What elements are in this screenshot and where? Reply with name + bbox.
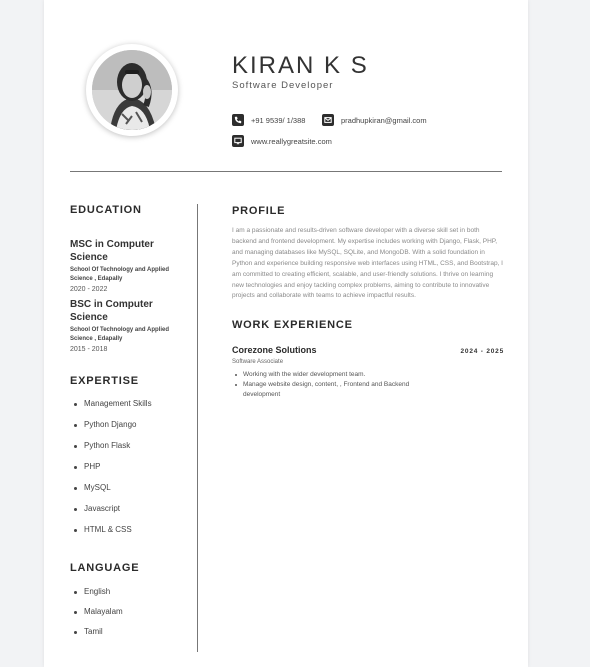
work-experience-title: WORK EXPERIENCE <box>232 319 353 332</box>
list-item: Python Flask <box>70 441 190 462</box>
right-column: PROFILE I am a passionate and results-dr… <box>232 205 504 400</box>
website-contact[interactable]: www.reallygreatsite.com <box>232 135 332 147</box>
list-item: PHP <box>70 462 190 483</box>
list-item: English <box>70 587 190 607</box>
degree: BSC in Computer Science <box>70 299 153 323</box>
profile-title: PROFILE <box>232 205 286 217</box>
list-item: HTML & CSS <box>70 525 190 546</box>
phone-contact[interactable]: +91 9539/ 1/388 <box>232 114 305 126</box>
language-list: English Malayalam Tamil <box>70 587 190 647</box>
job-header: Corezone Solutions 2024 - 2025 <box>232 345 504 355</box>
expertise-title: EXPERTISE <box>70 375 139 387</box>
language-title: LANGUAGE <box>70 562 140 574</box>
resume-page: KIRAN K S Software Developer +91 9539/ 1… <box>44 0 528 667</box>
education-title: EDUCATION <box>70 204 142 216</box>
job-entry: Corezone Solutions 2024 - 2025 Software … <box>232 345 504 400</box>
mail-icon <box>322 114 334 126</box>
list-item: Javascript <box>70 504 190 525</box>
job-position: Software Associate <box>232 359 284 366</box>
education-entry: MSC in Computer Science School Of Techno… <box>70 238 190 293</box>
job-years: 2024 - 2025 <box>460 348 504 356</box>
list-item: MySQL <box>70 483 190 504</box>
expertise-list: Management Skills Python Django Python F… <box>70 399 190 546</box>
education-years: 2015 - 2018 <box>70 346 108 353</box>
task-item: Manage website design, content, , Fronte… <box>232 380 442 400</box>
job-tasks: Working with the wider development team.… <box>232 370 504 400</box>
company-name: Corezone Solutions <box>232 345 317 356</box>
website-text: www.reallygreatsite.com <box>251 136 332 146</box>
task-item: Working with the wider development team. <box>232 370 504 380</box>
school: School Of Technology and Applied Science… <box>70 327 169 342</box>
list-item: Python Django <box>70 420 190 441</box>
header-divider <box>70 171 502 172</box>
school: School Of Technology and Applied Science… <box>70 267 169 282</box>
list-item: Management Skills <box>70 399 190 420</box>
email-text: pradhupkiran@gmail.com <box>341 115 427 125</box>
phone-icon <box>232 114 244 126</box>
profile-photo <box>92 50 172 130</box>
profile-summary: I am a passionate and results-driven sof… <box>232 227 503 300</box>
list-item: Malayalam <box>70 607 190 627</box>
left-column: EDUCATION MSC in Computer Science School… <box>70 204 190 647</box>
candidate-role: Software Developer <box>232 80 334 91</box>
email-contact[interactable]: pradhupkiran@gmail.com <box>322 114 427 126</box>
education-years: 2020 - 2022 <box>70 286 108 293</box>
candidate-name: KIRAN K S <box>232 52 369 79</box>
web-icon <box>232 135 244 147</box>
list-item: Tamil <box>70 627 190 647</box>
education-entry: BSC in Computer Science School Of Techno… <box>70 298 190 353</box>
phone-text: +91 9539/ 1/388 <box>251 115 306 125</box>
column-divider <box>197 204 198 652</box>
profile-photo-frame <box>86 44 178 136</box>
degree: MSC in Computer Science <box>70 239 154 263</box>
